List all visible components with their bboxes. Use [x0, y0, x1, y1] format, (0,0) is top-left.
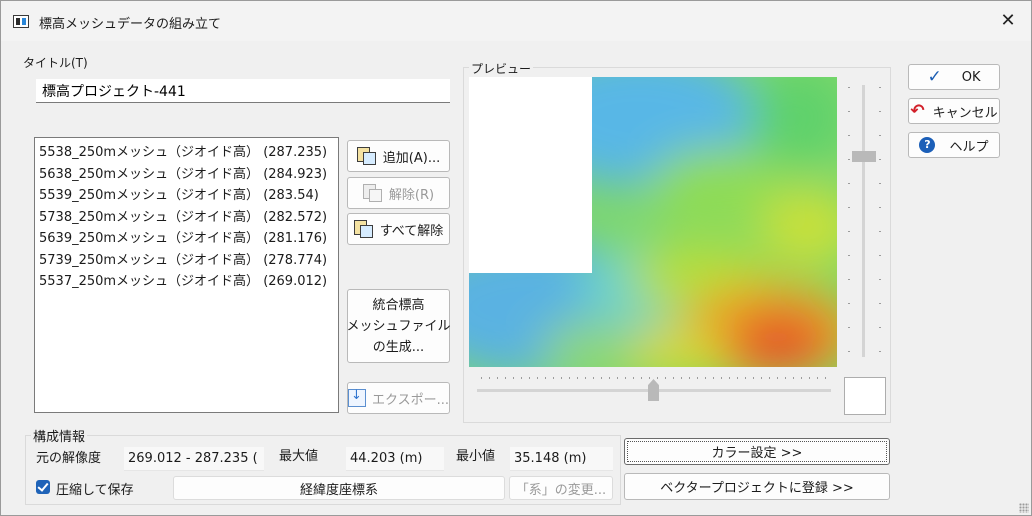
remove-all-document-icon — [353, 220, 374, 238]
export-icon — [348, 388, 366, 407]
remove-all-button[interactable]: すべて解除 — [347, 213, 450, 245]
vertical-slider-ticks-right — [879, 87, 881, 355]
register-vector-project-button[interactable]: ベクタープロジェクトに登録 >> — [624, 473, 890, 500]
change-system-button[interactable]: 「系」の変更... — [509, 476, 613, 500]
list-item[interactable]: 5538_250mメッシュ（ジオイド高） (287.235) — [39, 142, 334, 164]
resolution-value: 269.012 - 287.235 ( — [124, 447, 264, 471]
dialog-window: 標高メッシュデータの組み立て ✕ タイトル(T) 5538_250mメッシュ（ジ… — [0, 0, 1032, 516]
remove-button-label: 解除(R) — [388, 187, 435, 203]
vertical-slider-track[interactable] — [862, 85, 865, 357]
generate-label-line1: 統合標高 — [372, 297, 425, 313]
remove-document-icon — [362, 184, 383, 202]
title-label: タイトル(T) — [23, 56, 88, 70]
min-value: 35.148 (m) — [510, 447, 613, 471]
generate-label-line3: の生成... — [372, 339, 425, 355]
resolution-label: 元の解像度 — [36, 451, 102, 466]
list-item[interactable]: 5537_250mメッシュ（ジオイド高） (269.012) — [39, 271, 334, 293]
undo-arrow-icon: ↶ — [910, 101, 925, 121]
close-button[interactable]: ✕ — [985, 1, 1031, 41]
title-input[interactable] — [36, 79, 450, 103]
horizontal-slider-ticks — [481, 377, 827, 379]
corner-color-box[interactable] — [844, 377, 886, 415]
app-icon — [13, 15, 29, 28]
max-value: 44.203 (m) — [346, 447, 444, 471]
color-settings-button[interactable]: カラー設定 >> — [624, 438, 890, 465]
color-settings-label: カラー設定 >> — [711, 446, 803, 461]
coord-system-label: 経緯度座標系 — [299, 482, 378, 498]
coord-system-display: 経緯度座標系 — [173, 476, 505, 500]
generate-mesh-file-button[interactable]: 統合標高 メッシュファイル の生成... — [346, 289, 451, 363]
export-button-label: エクスポー... — [371, 392, 449, 408]
cancel-button-label: キャンセル — [932, 105, 998, 121]
vertical-slider-thumb[interactable] — [852, 151, 876, 162]
mesh-listbox[interactable]: 5538_250mメッシュ（ジオイド高） (287.235) 5638_250m… — [34, 137, 339, 413]
list-item[interactable]: 5639_250mメッシュ（ジオイド高） (281.176) — [39, 228, 334, 250]
vertical-slider-ticks — [848, 87, 850, 355]
window-title: 標高メッシュデータの組み立て — [39, 17, 222, 32]
compress-checkbox[interactable] — [36, 480, 50, 494]
add-document-icon — [356, 147, 377, 165]
compress-label: 圧縮して保存 — [56, 483, 134, 498]
list-item[interactable]: 5539_250mメッシュ（ジオイド高） (283.54) — [39, 185, 334, 207]
max-label: 最大値 — [279, 449, 319, 464]
add-button[interactable]: 追加(A)... — [347, 140, 450, 172]
ok-button[interactable]: ✓ OK — [908, 64, 1000, 90]
composition-info-caption: 構成情報 — [31, 426, 88, 445]
ok-button-label: OK — [961, 69, 981, 85]
list-item[interactable]: 5739_250mメッシュ（ジオイド高） (278.774) — [39, 250, 334, 272]
question-icon: ? — [919, 137, 936, 153]
title-bar: 標高メッシュデータの組み立て ✕ — [1, 1, 1031, 41]
generate-label-line2: メッシュファイル — [346, 318, 451, 334]
remove-all-button-label: すべて解除 — [379, 223, 444, 239]
register-vector-label: ベクタープロジェクトに登録 >> — [660, 481, 854, 496]
list-item[interactable]: 5638_250mメッシュ（ジオイド高） (284.923) — [39, 164, 334, 186]
checkmark-icon: ✓ — [927, 67, 942, 87]
add-button-label: 追加(A)... — [382, 150, 441, 166]
resize-grip[interactable] — [1019, 503, 1029, 513]
help-button-label: ヘルプ — [949, 139, 989, 155]
cancel-button[interactable]: ↶ キャンセル — [908, 98, 1000, 124]
export-button[interactable]: エクスポー... — [347, 382, 450, 414]
preview-label: プレビュー — [469, 60, 534, 77]
elevation-preview-image — [469, 77, 837, 367]
change-system-label: 「系」の変更... — [515, 482, 607, 498]
help-button[interactable]: ? ヘルプ — [908, 132, 1000, 158]
remove-button[interactable]: 解除(R) — [347, 177, 450, 209]
list-item[interactable]: 5738_250mメッシュ（ジオイド高） (282.572) — [39, 207, 334, 229]
min-label: 最小値 — [456, 449, 496, 464]
